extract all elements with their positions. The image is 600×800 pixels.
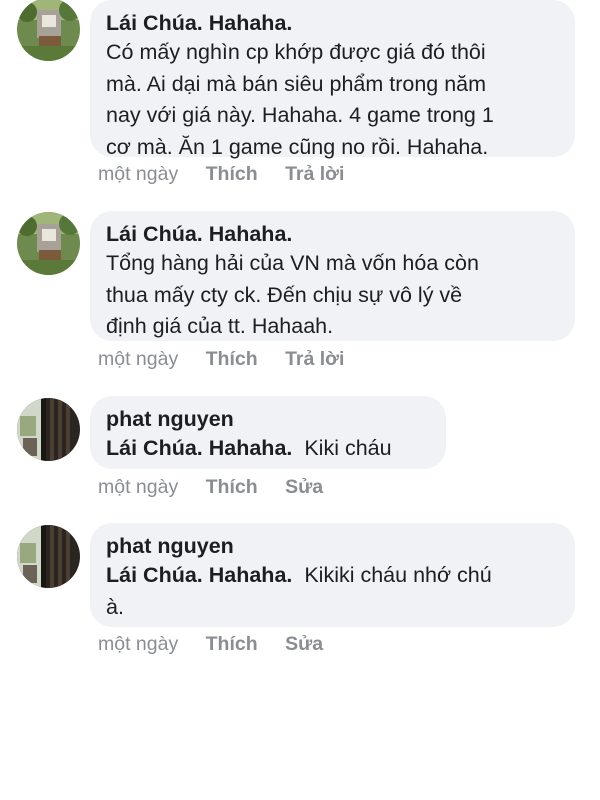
garden-photo-avatar-icon[interactable] (17, 0, 80, 61)
comment-text: Lái Chúa. Hahaha. Kiki cháu (106, 433, 430, 465)
comment-actions: một ngày Thích Sửa (98, 476, 345, 499)
mention-tag[interactable]: Lái Chúa. Hahaha. (106, 563, 292, 587)
comment-author[interactable]: phat nguyen (106, 533, 559, 560)
comment-bubble: phat nguyen Lái Chúa. Hahaha. Kiki cháu (90, 396, 446, 469)
comment-bubble: Lái Chúa. Hahaha. Tổng hàng hải của VN m… (90, 211, 575, 341)
garden-photo-avatar-icon[interactable] (17, 212, 80, 275)
window-photo-avatar-icon[interactable] (17, 398, 80, 461)
comment-author[interactable]: phat nguyen (106, 406, 430, 433)
comment-actions: một ngày Thích Trả lời (98, 348, 366, 371)
window-photo-avatar-icon[interactable] (17, 525, 80, 588)
comment-bubble: Lái Chúa. Hahaha. Có mấy nghìn cp khớp đ… (90, 0, 575, 159)
edit-button[interactable]: Sửa (285, 633, 323, 655)
edit-button[interactable]: Sửa (285, 476, 323, 498)
comment-actions: một ngày Thích Trả lời (98, 163, 366, 186)
comment-time[interactable]: một ngày (98, 348, 178, 370)
comment-thread: Lái Chúa. Hahaha. Có mấy nghìn cp khớp đ… (0, 0, 600, 800)
comment-author[interactable]: Lái Chúa. Hahaha. (106, 10, 559, 37)
like-button[interactable]: Thích (206, 163, 258, 185)
comment-author[interactable]: Lái Chúa. Hahaha. (106, 221, 559, 248)
comment-body: Kiki cháu (304, 436, 392, 460)
like-button[interactable]: Thích (206, 633, 258, 655)
comment-time[interactable]: một ngày (98, 633, 178, 655)
comment-time[interactable]: một ngày (98, 476, 178, 498)
comment-time[interactable]: một ngày (98, 163, 178, 185)
like-button[interactable]: Thích (206, 348, 258, 370)
mention-tag[interactable]: Lái Chúa. Hahaha. (106, 436, 292, 460)
like-button[interactable]: Thích (206, 476, 258, 498)
comment-text: Lái Chúa. Hahaha. Kikiki cháu nhớ chú à. (106, 560, 559, 623)
comment-text: Có mấy nghìn cp khớp được giá đó thôi mà… (106, 40, 494, 159)
comment-text: Tổng hàng hải của VN mà vốn hóa còn thua… (106, 251, 479, 338)
reply-button[interactable]: Trả lời (285, 163, 344, 185)
comment-bubble: phat nguyen Lái Chúa. Hahaha. Kikiki chá… (90, 523, 575, 627)
comment-actions: một ngày Thích Sửa (98, 633, 345, 656)
reply-button[interactable]: Trả lời (285, 348, 344, 370)
